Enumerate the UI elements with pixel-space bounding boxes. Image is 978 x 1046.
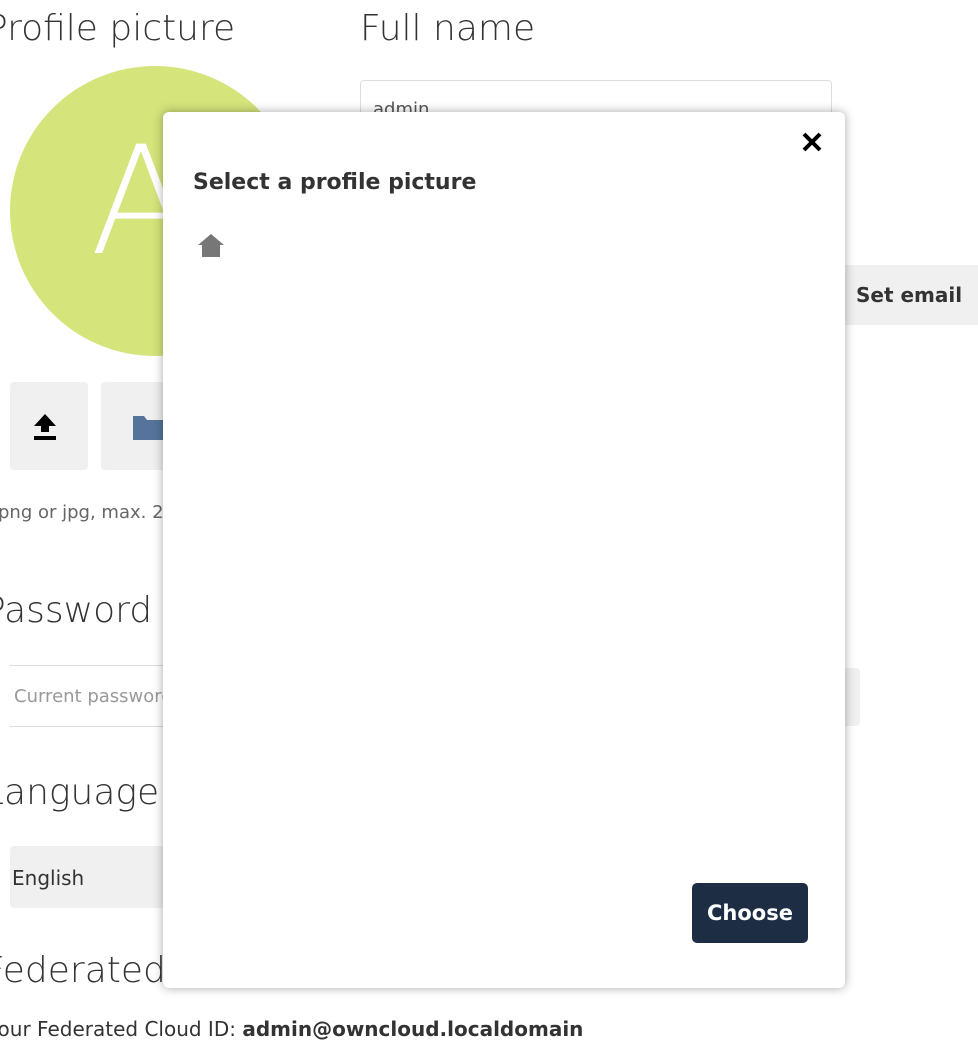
full-name-heading: Full name xyxy=(360,8,536,49)
profile-picture-heading: Profile picture xyxy=(0,8,236,49)
folder-icon xyxy=(133,416,165,440)
set-email-button[interactable]: Set email xyxy=(840,265,978,325)
password-heading: Password xyxy=(0,590,153,631)
federated-id-line: Your Federated Cloud ID: admin@owncloud.… xyxy=(0,1017,583,1041)
file-picker-dialog: Select a profile picture Choose xyxy=(163,112,845,988)
federated-id-label: Your Federated Cloud ID: xyxy=(0,1017,236,1041)
upload-icon xyxy=(34,414,56,440)
upload-avatar-button[interactable] xyxy=(10,382,88,470)
federated-id-value: admin@owncloud.localdomain xyxy=(242,1017,584,1041)
home-icon[interactable] xyxy=(197,232,225,262)
close-x-glyph xyxy=(802,132,822,152)
language-heading: Language xyxy=(0,772,160,813)
close-icon[interactable] xyxy=(801,130,823,160)
dialog-title: Select a profile picture xyxy=(193,170,477,195)
choose-button[interactable]: Choose xyxy=(692,883,808,943)
